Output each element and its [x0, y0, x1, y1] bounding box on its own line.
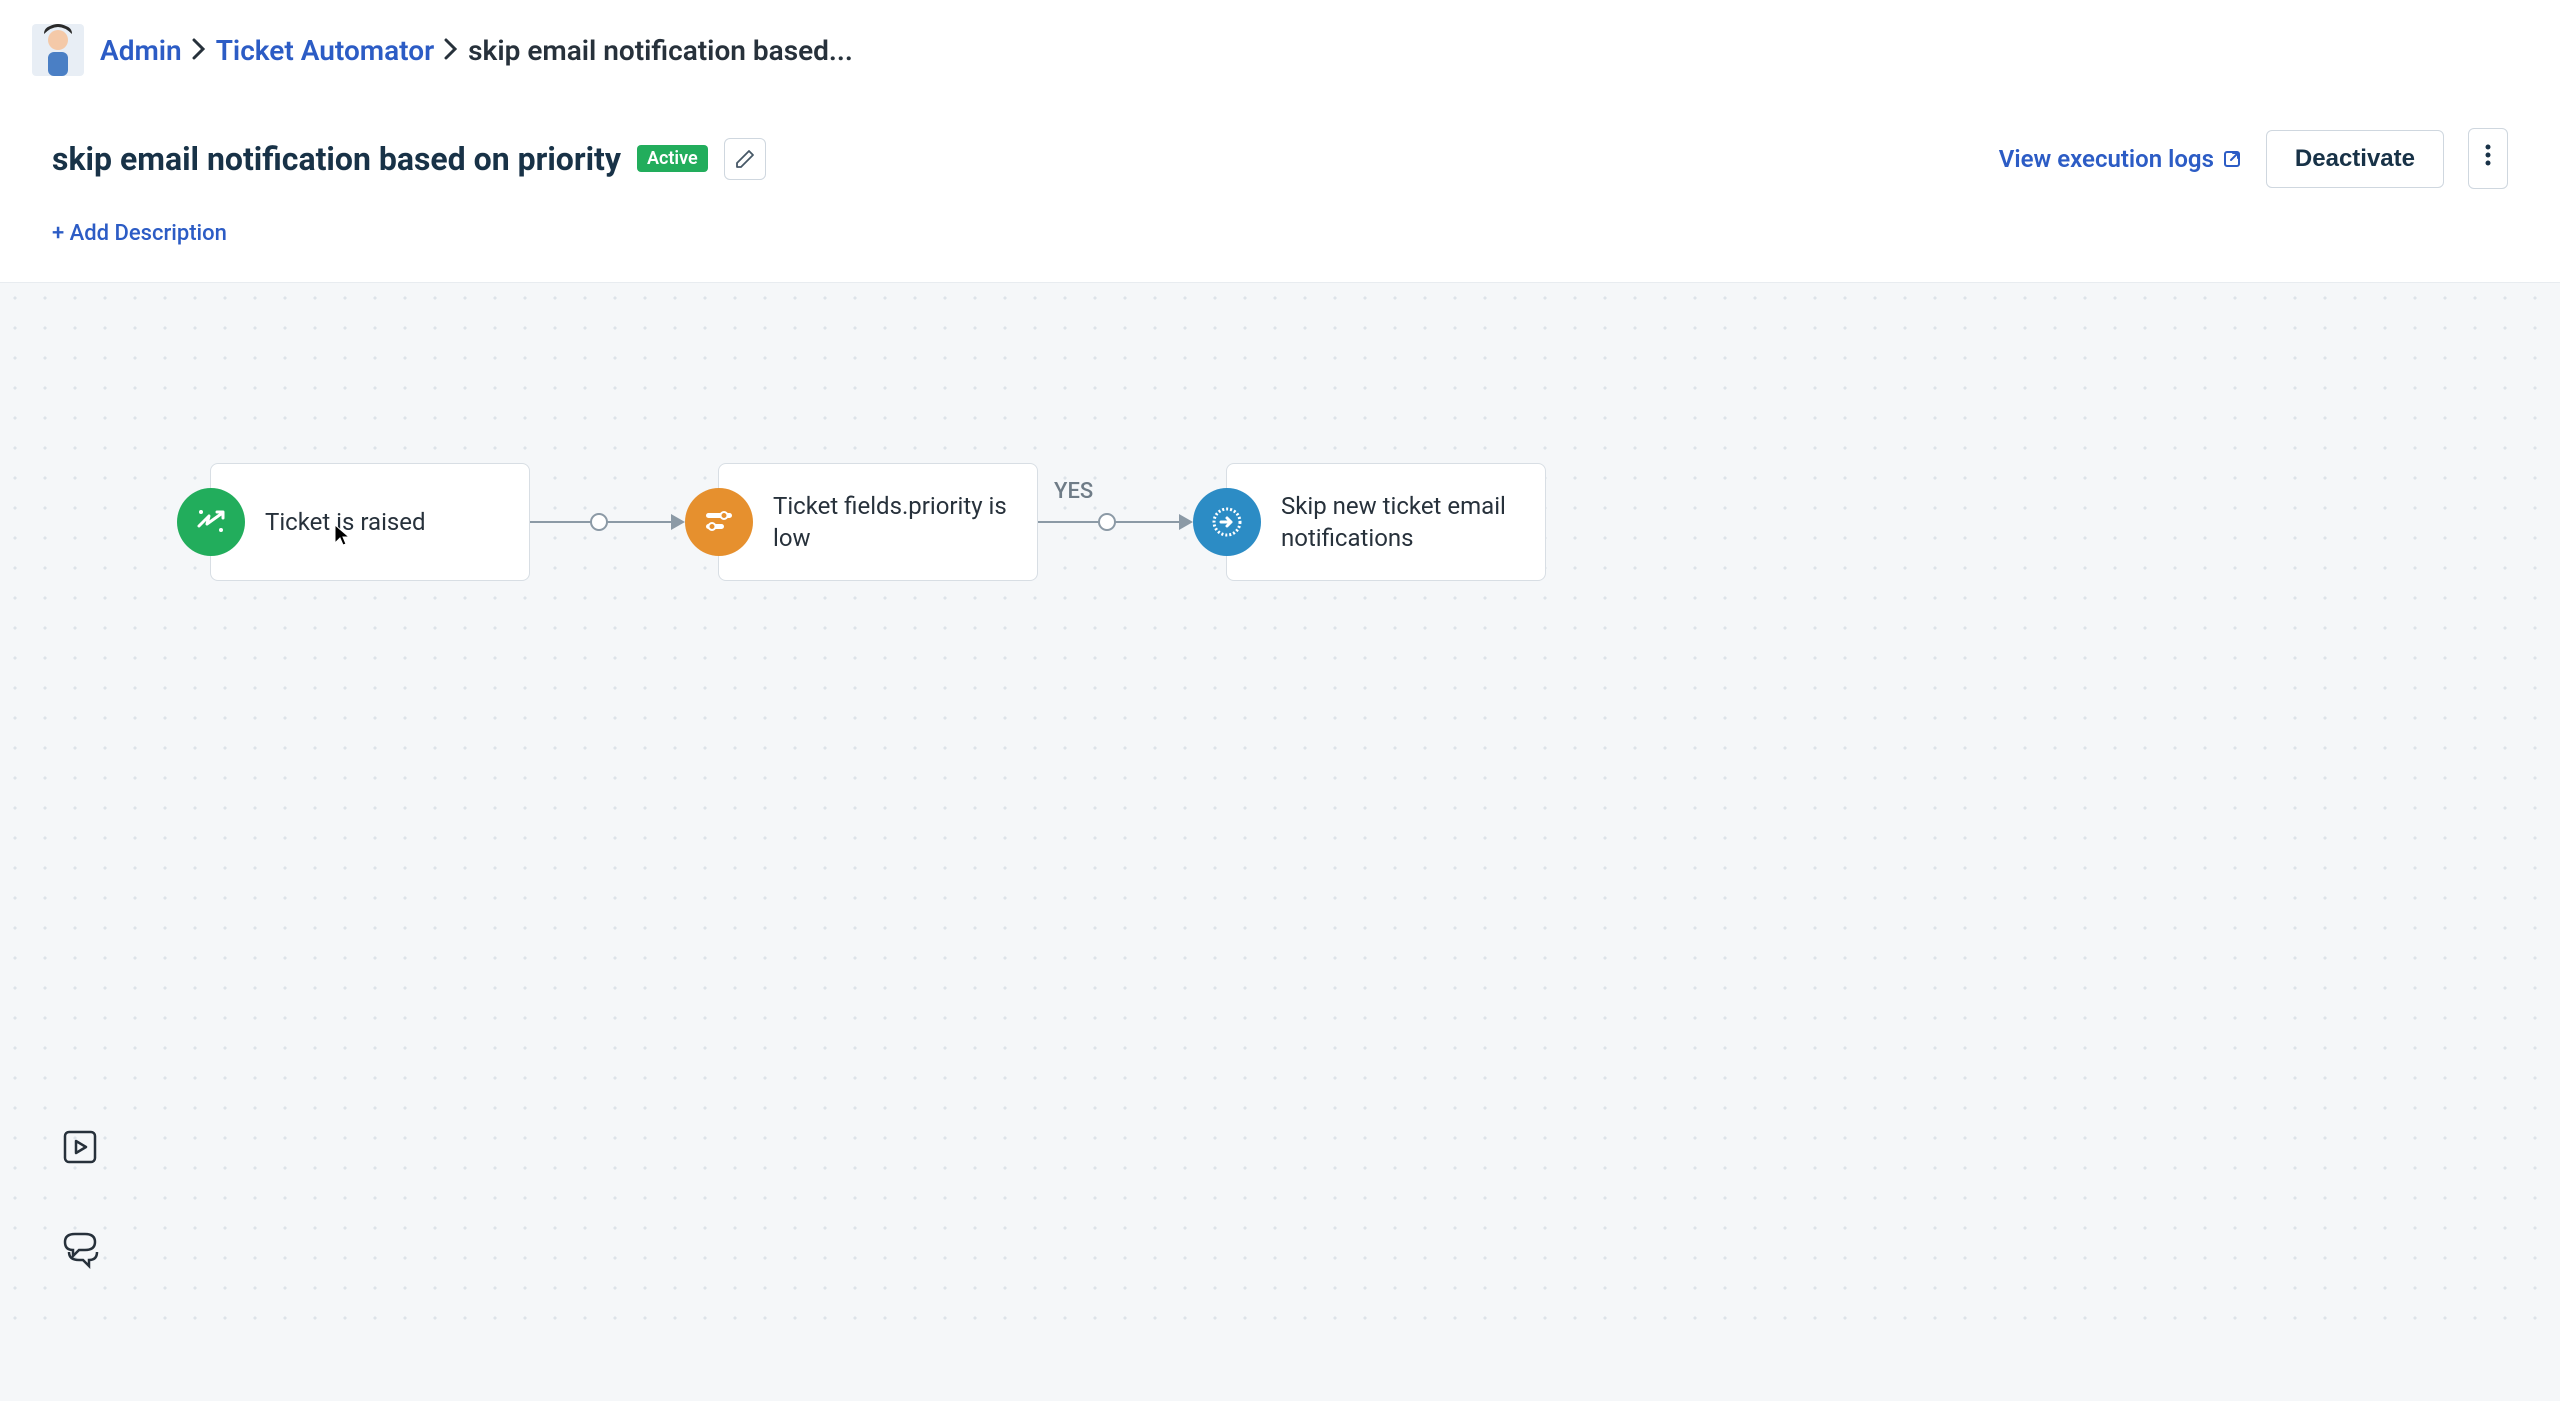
breadcrumb-ticket-automator[interactable]: Ticket Automator [216, 34, 434, 67]
action-label: Skip new ticket email notifications [1281, 490, 1521, 555]
connector-handle[interactable] [1098, 513, 1116, 531]
connector-1[interactable] [530, 521, 683, 523]
workflow-canvas[interactable]: Ticket is raised Ticket fields.priority … [0, 283, 2560, 1333]
title-left: skip email notification based on priorit… [52, 138, 766, 180]
edit-title-button[interactable] [724, 138, 766, 180]
description-row: + Add Description [0, 205, 2560, 283]
floating-actions [56, 1123, 104, 1273]
arrow-right-icon [671, 514, 685, 530]
action-node[interactable]: Skip new ticket email notifications [1226, 463, 1546, 581]
header: Admin Ticket Automator skip email notifi… [0, 0, 2560, 100]
connector-handle[interactable] [590, 513, 608, 531]
filter-icon [702, 505, 736, 539]
breadcrumb-admin[interactable]: Admin [100, 34, 182, 67]
trigger-icon [177, 488, 245, 556]
view-logs-label: View execution logs [1999, 145, 2214, 173]
title-actions: View execution logs Deactivate [1999, 128, 2508, 189]
connector-2[interactable] [1038, 521, 1191, 523]
add-description-link[interactable]: + Add Description [52, 221, 227, 246]
external-link-icon [2222, 149, 2242, 169]
chat-button[interactable] [56, 1225, 104, 1273]
more-vertical-icon [2485, 143, 2491, 167]
play-square-icon [61, 1128, 99, 1166]
condition-node[interactable]: Ticket fields.priority is low [718, 463, 1038, 581]
avatar [32, 24, 84, 76]
pencil-icon [735, 149, 755, 169]
trigger-label: Ticket is raised [265, 506, 426, 538]
condition-icon [685, 488, 753, 556]
titlebar: skip email notification based on priorit… [0, 100, 2560, 205]
chevron-right-icon [192, 34, 206, 67]
chat-icon [59, 1228, 101, 1270]
arrow-right-icon [1179, 514, 1193, 530]
trigger-node[interactable]: Ticket is raised [210, 463, 530, 581]
more-options-button[interactable] [2468, 128, 2508, 189]
deactivate-button[interactable]: Deactivate [2266, 130, 2444, 188]
action-icon [1193, 488, 1261, 556]
page-title: skip email notification based on priorit… [52, 140, 621, 178]
breadcrumbs: Admin Ticket Automator skip email notifi… [100, 34, 853, 67]
status-badge: Active [637, 145, 708, 172]
condition-label: Ticket fields.priority is low [773, 490, 1013, 555]
spark-icon [193, 504, 229, 540]
arrow-circle-icon [1210, 505, 1244, 539]
breadcrumb-current: skip email notification based... [468, 34, 853, 67]
preview-button[interactable] [56, 1123, 104, 1171]
view-logs-link[interactable]: View execution logs [1999, 145, 2242, 173]
chevron-right-icon [444, 34, 458, 67]
connector-yes-label: YES [1054, 479, 1093, 504]
avatar-icon [36, 24, 80, 76]
